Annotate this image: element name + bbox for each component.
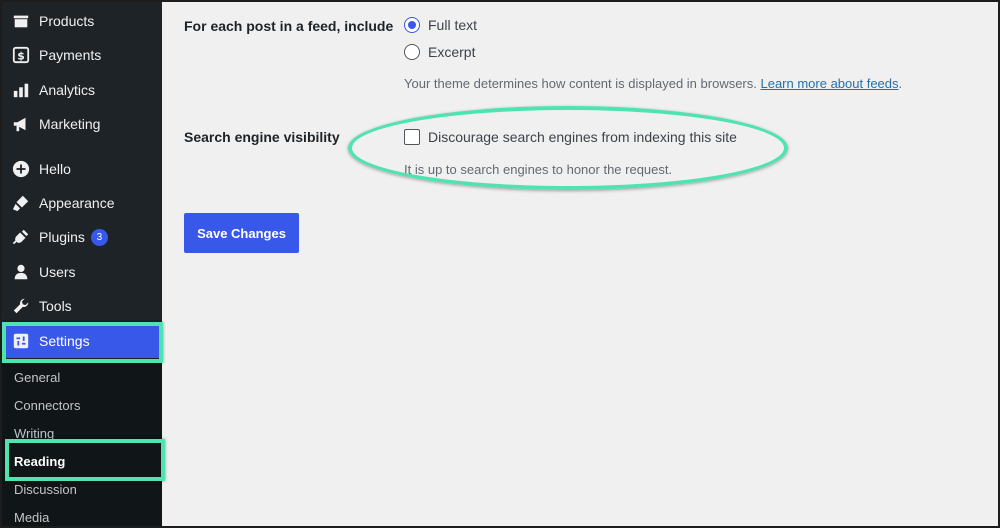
visibility-description: It is up to search engines to honor the … <box>404 162 673 177</box>
save-changes-button[interactable]: Save Changes <box>184 213 299 253</box>
plugins-update-badge: 3 <box>90 228 108 246</box>
sidebar-item-payments[interactable]: $ Payments <box>2 38 162 72</box>
sidebar-item-label: Products <box>39 13 95 29</box>
sidebar-item-label: Hello <box>39 161 71 177</box>
sidebar-item-products[interactable]: Products <box>2 4 162 38</box>
bar-chart-icon <box>11 80 31 100</box>
submenu-item-media[interactable]: Media <box>14 508 49 526</box>
excerpt-option[interactable]: Excerpt <box>404 44 475 60</box>
sidebar-item-tools[interactable]: Tools <box>2 289 162 323</box>
discourage-indexing-option[interactable]: Discourage search engines from indexing … <box>404 129 737 145</box>
plus-circle-icon <box>11 159 31 179</box>
excerpt-radio[interactable] <box>404 44 420 60</box>
submenu-item-connectors[interactable]: Connectors <box>14 396 80 416</box>
megaphone-icon <box>11 114 31 134</box>
full-text-option[interactable]: Full text <box>404 17 477 33</box>
reading-settings-main: For each post in a feed, include Full te… <box>162 2 998 526</box>
svg-text:$: $ <box>17 50 25 63</box>
feed-description-end: . <box>898 76 903 91</box>
sidebar-item-plugins[interactable]: Plugins 3 <box>2 220 162 254</box>
submenu-item-writing[interactable]: Writing <box>14 424 54 444</box>
feed-description-text: Your theme determines how content is dis… <box>404 76 761 91</box>
excerpt-label: Excerpt <box>428 44 476 60</box>
sidebar-item-hello[interactable]: Hello <box>2 152 162 186</box>
sidebar-item-label: Payments <box>39 47 102 63</box>
settings-icon <box>11 331 31 351</box>
sidebar-item-label: Analytics <box>39 82 96 98</box>
brush-icon <box>11 193 31 213</box>
dollar-icon: $ <box>11 45 31 65</box>
submenu-item-general[interactable]: General <box>14 368 60 388</box>
feed-content-label: For each post in a feed, include <box>184 18 394 34</box>
sidebar-item-label: Marketing <box>39 116 101 132</box>
full-text-label: Full text <box>428 17 478 33</box>
sidebar-item-label: Appearance <box>39 195 115 211</box>
search-visibility-label: Search engine visibility <box>184 129 340 145</box>
sidebar-item-label: Users <box>39 264 76 280</box>
visibility-highlight-ellipse <box>348 106 788 190</box>
discourage-indexing-label: Discourage search engines from indexing … <box>428 129 737 145</box>
settings-submenu: General Connectors Writing Reading Discu… <box>2 363 162 526</box>
sidebar-item-label: Settings <box>39 333 90 349</box>
sidebar-item-appearance[interactable]: Appearance <box>2 186 162 220</box>
sidebar-item-analytics[interactable]: Analytics <box>2 73 162 107</box>
box-icon <box>11 11 31 31</box>
discourage-indexing-checkbox[interactable] <box>404 129 420 145</box>
user-icon <box>11 262 31 282</box>
sidebar-item-users[interactable]: Users <box>2 255 162 289</box>
screenshot-frame: Products $ Payments Analytics Marketing … <box>0 0 1000 528</box>
submenu-item-reading[interactable]: Reading <box>14 452 65 472</box>
sidebar-item-label: Plugins <box>39 229 85 245</box>
admin-sidebar: Products $ Payments Analytics Marketing … <box>2 2 162 526</box>
plug-icon <box>11 227 31 247</box>
wrench-icon <box>11 296 31 316</box>
feed-description: Your theme determines how content is dis… <box>404 76 902 91</box>
full-text-radio[interactable] <box>404 17 420 33</box>
submenu-item-discussion[interactable]: Discussion <box>14 480 77 500</box>
sidebar-item-label: Tools <box>39 298 72 314</box>
sidebar-item-settings[interactable]: Settings <box>2 324 162 358</box>
learn-more-feeds-link[interactable]: Learn more about feeds <box>760 76 898 91</box>
sidebar-item-marketing[interactable]: Marketing <box>2 107 162 141</box>
